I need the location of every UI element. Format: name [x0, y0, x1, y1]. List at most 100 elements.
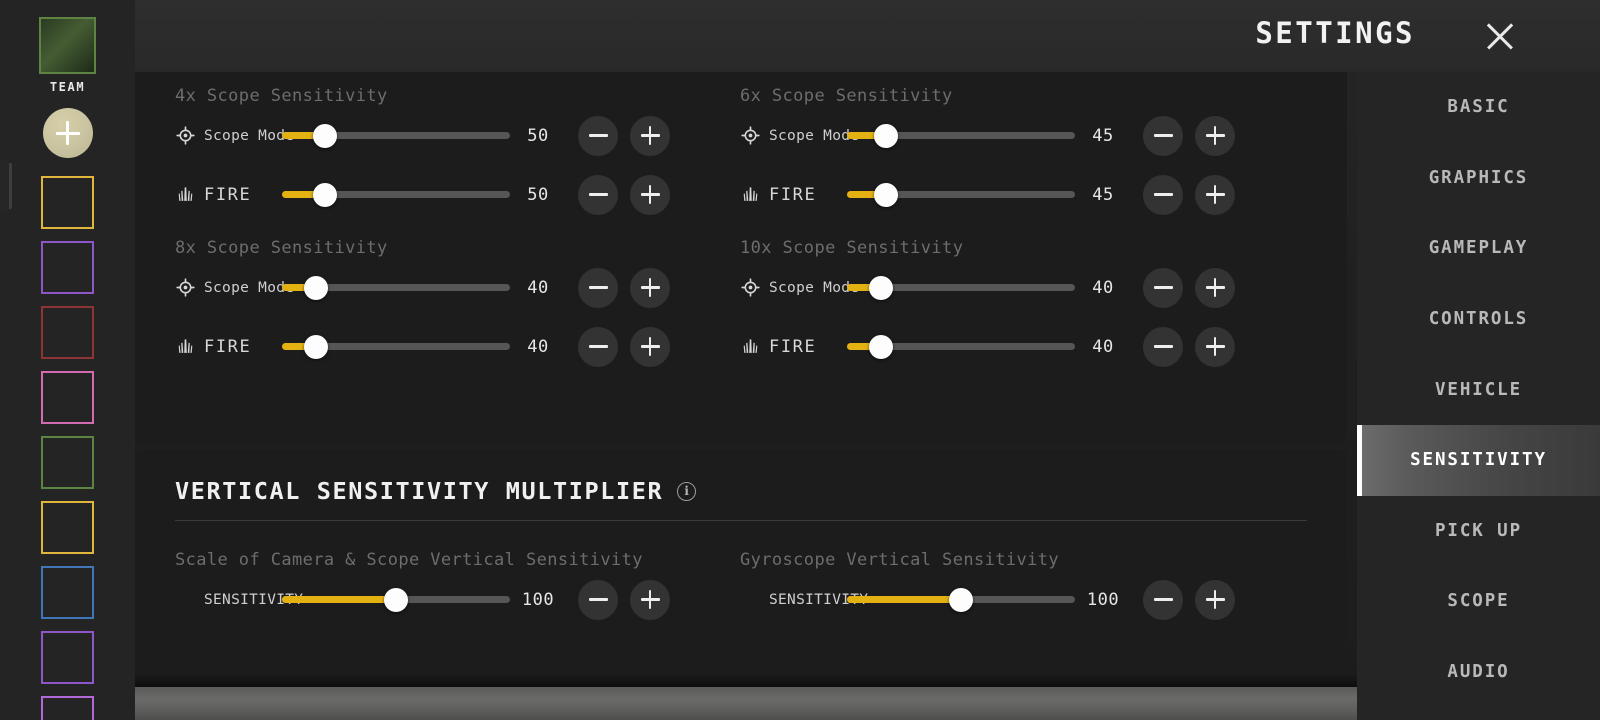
sensitivity-row: Scope Mode 50: [135, 106, 741, 165]
slider-handle[interactable]: [869, 275, 894, 300]
nav-item-label: AUDIO: [1447, 662, 1510, 683]
nav-item-sensitivity[interactable]: SENSITIVITY: [1357, 424, 1600, 496]
sensitivity-slider[interactable]: [847, 587, 1075, 612]
collapse-edge-tab[interactable]: [0, 155, 12, 217]
decrease-button[interactable]: [1143, 174, 1183, 215]
nav-item-graphics[interactable]: GRAPHICS: [1357, 143, 1600, 214]
increase-button[interactable]: [630, 174, 670, 215]
sensitivity-slider[interactable]: [847, 182, 1075, 207]
settings-nav: BASIC GRAPHICS GAMEPLAY CONTROLS VEHICLE…: [1357, 72, 1600, 720]
decrease-button[interactable]: [578, 579, 618, 620]
increase-button[interactable]: [630, 115, 670, 156]
friend-avatar-7[interactable]: [0, 566, 135, 619]
decrease-button[interactable]: [578, 326, 618, 367]
decrease-button[interactable]: [578, 115, 618, 156]
increase-button[interactable]: [1195, 579, 1235, 620]
nav-item-basic[interactable]: BASIC: [1357, 72, 1600, 143]
sensitivity-slider[interactable]: [282, 334, 510, 359]
slider-handle[interactable]: [873, 123, 898, 148]
increase-button[interactable]: [630, 326, 670, 367]
close-icon[interactable]: [1482, 18, 1518, 54]
friend-avatar-8[interactable]: [0, 631, 135, 684]
sensitivity-slider[interactable]: [847, 275, 1075, 300]
friend-avatar-6[interactable]: [0, 501, 135, 554]
fire-icon: [740, 337, 760, 357]
team-avatar-primary[interactable]: TEAM: [0, 0, 135, 158]
friend-avatar-1[interactable]: [0, 176, 135, 229]
scope-mode-icon: [175, 126, 195, 146]
nav-item-label: VEHICLE: [1434, 379, 1523, 400]
nav-item-label: SENSITIVITY: [1410, 450, 1547, 471]
sensitivity-value: 50: [527, 125, 549, 146]
fire-icon: [175, 337, 195, 357]
sensitivity-value: 100: [521, 589, 555, 610]
sensitivity-slider[interactable]: [282, 182, 510, 207]
sensitivity-slider[interactable]: [282, 275, 510, 300]
sensitivity-slider[interactable]: [847, 334, 1075, 359]
sensitivity-value: 45: [1092, 184, 1114, 205]
slider-handle[interactable]: [304, 334, 329, 359]
slider-handle[interactable]: [949, 587, 973, 612]
increase-button[interactable]: [1195, 326, 1235, 367]
fire-icon: [740, 185, 760, 205]
sensitivity-slider[interactable]: [847, 123, 1075, 148]
vertical-multiplier-header: VERTICAL SENSITIVITY MULTIPLIER i: [175, 477, 697, 505]
vertical-sensitivity-panel: VERTICAL SENSITIVITY MULTIPLIER i Scale …: [135, 450, 1347, 672]
scope-mode-icon: [740, 278, 760, 298]
increase-button[interactable]: [1195, 267, 1235, 308]
increase-button[interactable]: [1195, 115, 1235, 156]
group-title: 6x Scope Sensitivity: [740, 86, 953, 106]
friend-avatar-5[interactable]: [0, 436, 135, 489]
slider-handle[interactable]: [873, 182, 898, 207]
team-rail: TEAM: [0, 0, 135, 720]
nav-item-controls[interactable]: CONTROLS: [1357, 284, 1600, 355]
sensitivity-value: 40: [1092, 277, 1114, 298]
slider-handle[interactable]: [313, 123, 338, 148]
decrease-button[interactable]: [1143, 326, 1183, 367]
info-icon[interactable]: i: [677, 481, 697, 501]
page-title: SETTINGS: [1255, 16, 1415, 50]
nav-item-audio[interactable]: AUDIO: [1357, 637, 1600, 708]
nav-item-gameplay[interactable]: GAMEPLAY: [1357, 213, 1600, 284]
settings-titlebar: SETTINGS: [135, 0, 1600, 72]
nav-item-label: SCOPE: [1447, 591, 1510, 612]
sensitivity-slider[interactable]: [282, 587, 510, 612]
increase-button[interactable]: [630, 579, 670, 620]
increase-button[interactable]: [630, 267, 670, 308]
sensitivity-group: Scale of Camera & Scope Vertical Sensiti…: [135, 550, 741, 629]
decrease-button[interactable]: [578, 174, 618, 215]
sensitivity-value: 40: [527, 336, 549, 357]
sensitivity-slider[interactable]: [282, 123, 510, 148]
nav-item-label: CONTROLS: [1428, 309, 1529, 330]
add-teammate-button[interactable]: [42, 108, 93, 158]
decrease-button[interactable]: [1143, 267, 1183, 308]
slider-handle[interactable]: [304, 275, 329, 300]
sensitivity-group: 4x Scope Sensitivity Scope Mode 50 FIRE …: [135, 86, 741, 224]
decrease-button[interactable]: [578, 267, 618, 308]
increase-button[interactable]: [1195, 174, 1235, 215]
group-title: 10x Scope Sensitivity: [740, 238, 964, 258]
row-label: Scope Mode: [769, 127, 860, 144]
group-title: 8x Scope Sensitivity: [175, 238, 388, 258]
sensitivity-group: 10x Scope Sensitivity Scope Mode 40 FIRE…: [700, 238, 1306, 376]
divider: [175, 520, 1307, 521]
slider-handle[interactable]: [869, 334, 894, 359]
sensitivity-value: 40: [1092, 336, 1114, 357]
friend-avatar-3[interactable]: [0, 306, 135, 359]
friend-avatar-9[interactable]: [0, 696, 135, 720]
settings-screen: TEAM SETTINGS BASIC GRAPHICS GAMEPLAY CO…: [0, 0, 1600, 720]
nav-item-scope[interactable]: SCOPE: [1357, 566, 1600, 637]
row-spacer: [175, 590, 195, 610]
nav-item-pick-up[interactable]: PICK UP: [1357, 496, 1600, 567]
sensitivity-row: FIRE 50: [135, 165, 741, 224]
plus-icon: [55, 121, 80, 145]
nav-item-label: BASIC: [1447, 97, 1510, 118]
friend-avatar-4[interactable]: [0, 371, 135, 424]
friend-avatar-2[interactable]: [0, 241, 135, 294]
decrease-button[interactable]: [1143, 115, 1183, 156]
slider-handle[interactable]: [384, 587, 408, 612]
nav-item-vehicle[interactable]: VEHICLE: [1357, 354, 1600, 425]
decrease-button[interactable]: [1143, 579, 1183, 620]
slider-handle[interactable]: [313, 182, 338, 207]
sensitivity-row: Scope Mode 45: [700, 106, 1306, 165]
